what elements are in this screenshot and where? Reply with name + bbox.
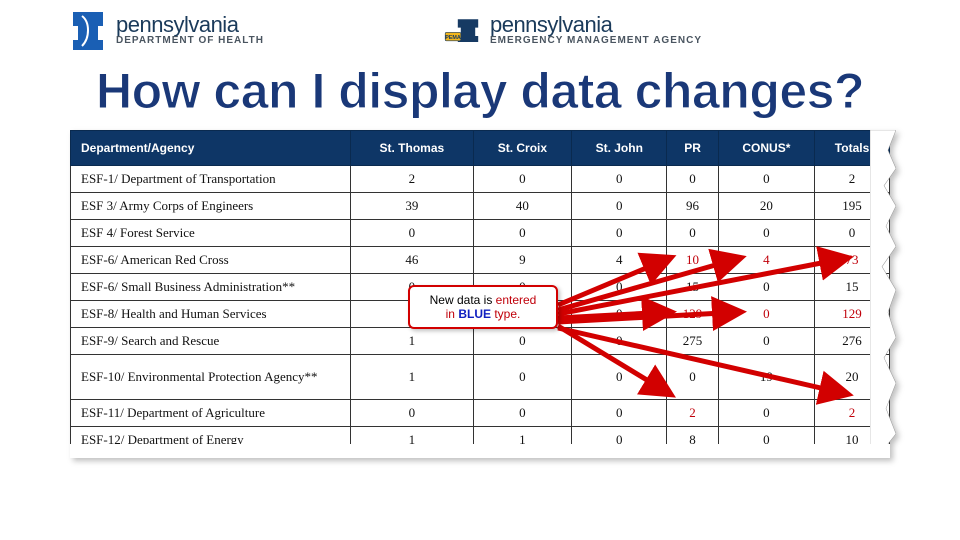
cell: 0 — [473, 220, 571, 247]
slide-title: How can I display data changes? — [0, 62, 960, 120]
cell: 96 — [667, 193, 718, 220]
pema-logo-text: pennsylvania EMERGENCY MANAGEMENT AGENCY — [490, 13, 702, 47]
keystone-icon — [70, 8, 106, 52]
table-row: ESF-1/ Department of Transportation20000… — [71, 166, 890, 193]
cell: 2 — [815, 166, 890, 193]
cell: 2 — [815, 400, 890, 427]
row-label: ESF-6/ American Red Cross — [71, 247, 351, 274]
cell: 10 — [667, 247, 718, 274]
cell: 1 — [351, 328, 474, 355]
keystone-pema-icon: PEMA — [444, 8, 480, 52]
pema-badge-text: PEMA — [445, 35, 461, 41]
data-table-container: Department/Agency St. Thomas St. Croix S… — [70, 130, 890, 454]
cell: 0 — [572, 220, 667, 247]
callout-line2: in BLUE type. — [410, 307, 556, 321]
col-department: Department/Agency — [71, 131, 351, 166]
cell: 0 — [473, 328, 571, 355]
cell: 2 — [667, 400, 718, 427]
callout-line1: New data is entered — [410, 293, 556, 307]
cell: 275 — [667, 328, 718, 355]
cell: 0 — [667, 355, 718, 400]
cell: 0 — [572, 355, 667, 400]
col-st-john: St. John — [572, 131, 667, 166]
cell: 4 — [572, 247, 667, 274]
cell: 195 — [815, 193, 890, 220]
cell: 15 — [815, 274, 890, 301]
bottom-fade — [70, 444, 890, 458]
cell: 0 — [718, 301, 814, 328]
pema-logo-top: pennsylvania — [490, 13, 702, 36]
cell: 40 — [473, 193, 571, 220]
table-header: Department/Agency St. Thomas St. Croix S… — [71, 131, 890, 166]
cell: 0 — [718, 166, 814, 193]
cell: 0 — [572, 274, 667, 301]
row-label: ESF-8/ Health and Human Services — [71, 301, 351, 328]
cell: 0 — [815, 220, 890, 247]
table-row: ESF 3/ Army Corps of Engineers3940096201… — [71, 193, 890, 220]
cell: 0 — [473, 400, 571, 427]
cell: 9 — [473, 247, 571, 274]
pema-logo: PEMA pennsylvania EMERGENCY MANAGEMENT A… — [444, 8, 702, 52]
cell: 0 — [572, 328, 667, 355]
cell: 0 — [572, 400, 667, 427]
pema-logo-bottom: EMERGENCY MANAGEMENT AGENCY — [490, 36, 702, 47]
col-totals: Totals — [815, 131, 890, 166]
row-label: ESF 4/ Forest Service — [71, 220, 351, 247]
cell: 0 — [351, 220, 474, 247]
row-label: ESF-11/ Department of Agriculture — [71, 400, 351, 427]
col-conus: CONUS* — [718, 131, 814, 166]
cell: 0 — [572, 301, 667, 328]
doh-logo-top: pennsylvania — [116, 13, 264, 36]
row-label: ESF-6/ Small Business Administration** — [71, 274, 351, 301]
cell: 0 — [351, 400, 474, 427]
callout-box: New data is entered in BLUE type. — [408, 285, 558, 329]
cell: 20 — [815, 355, 890, 400]
col-st-thomas: St. Thomas — [351, 131, 474, 166]
cell: 20 — [718, 193, 814, 220]
cell: 0 — [718, 220, 814, 247]
cell: 19 — [718, 355, 814, 400]
table-row: ESF-10/ Environmental Protection Agency*… — [71, 355, 890, 400]
cell: 4 — [718, 247, 814, 274]
cell: 0 — [473, 166, 571, 193]
row-label: ESF 3/ Army Corps of Engineers — [71, 193, 351, 220]
cell: 1 — [351, 355, 474, 400]
row-label: ESF-1/ Department of Transportation — [71, 166, 351, 193]
cell: 0 — [718, 328, 814, 355]
cell: 0 — [572, 166, 667, 193]
table-row: ESF-11/ Department of Agriculture000202 — [71, 400, 890, 427]
cell: 0 — [718, 400, 814, 427]
cell: 0 — [667, 220, 718, 247]
doh-logo-text: pennsylvania DEPARTMENT OF HEALTH — [116, 13, 264, 47]
cell: 0 — [473, 355, 571, 400]
cell: 0 — [667, 166, 718, 193]
cell: 276 — [815, 328, 890, 355]
logo-bar: pennsylvania DEPARTMENT OF HEALTH PEMA p… — [0, 0, 960, 56]
doh-logo: pennsylvania DEPARTMENT OF HEALTH — [70, 8, 264, 52]
cell: 129 — [667, 301, 718, 328]
cell: 2 — [351, 166, 474, 193]
table-row: ESF-6/ American Red Cross469410473 — [71, 247, 890, 274]
row-label: ESF-9/ Search and Rescue — [71, 328, 351, 355]
table-row: ESF 4/ Forest Service000000 — [71, 220, 890, 247]
cell: 0 — [572, 193, 667, 220]
cell: 39 — [351, 193, 474, 220]
row-label: ESF-10/ Environmental Protection Agency*… — [71, 355, 351, 400]
col-st-croix: St. Croix — [473, 131, 571, 166]
cell: 129 — [815, 301, 890, 328]
table-row: ESF-9/ Search and Rescue1002750276 — [71, 328, 890, 355]
cell: 0 — [718, 274, 814, 301]
doh-logo-bottom: DEPARTMENT OF HEALTH — [116, 36, 264, 47]
col-pr: PR — [667, 131, 718, 166]
cell: 73 — [815, 247, 890, 274]
cell: 46 — [351, 247, 474, 274]
cell: 15 — [667, 274, 718, 301]
